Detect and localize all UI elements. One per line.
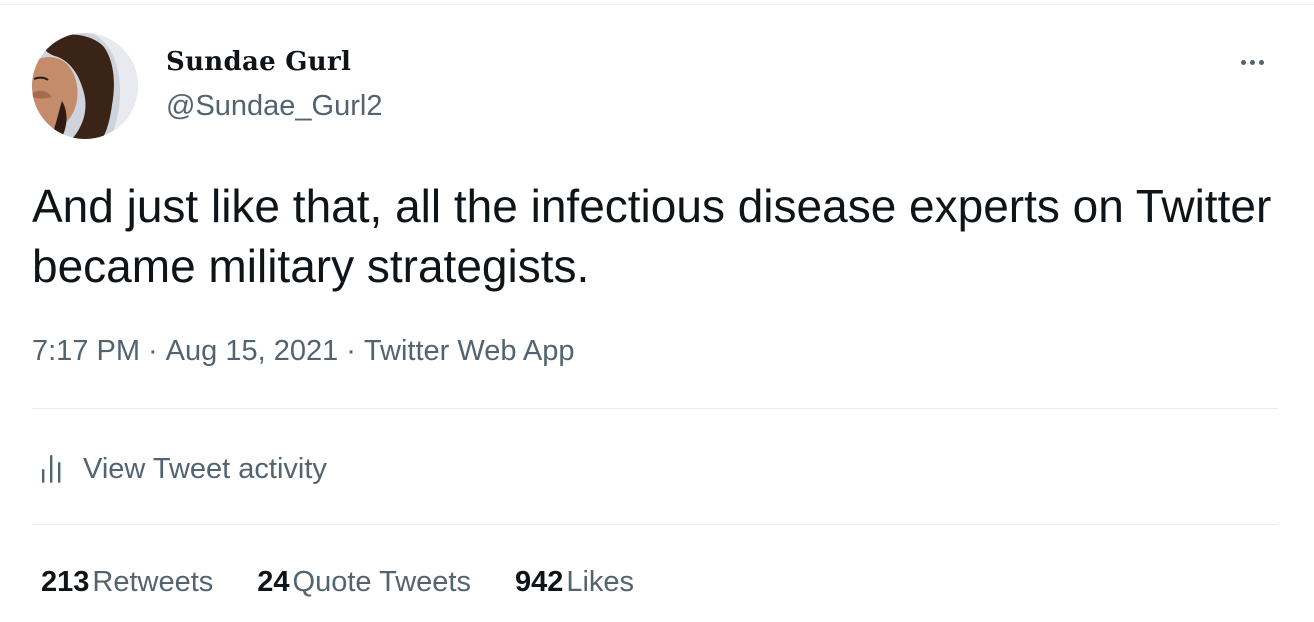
tweet-date[interactable]: Aug 15, 2021 — [166, 335, 339, 367]
quote-tweets-stat[interactable]: 24 Quote Tweets — [257, 566, 471, 599]
likes-label: Likes — [566, 566, 635, 598]
tweet-text: And just like that, all the infectious d… — [32, 180, 1272, 292]
divider — [32, 524, 1278, 525]
divider — [32, 408, 1278, 409]
user-handle[interactable]: @Sundae_Gurl2 — [166, 90, 382, 123]
tweet-card: Sundae Gurl @Sundae_Gurl2 And just like … — [32, 0, 1278, 622]
meta-separator: · — [148, 335, 158, 367]
view-tweet-activity-button[interactable]: View Tweet activity — [40, 450, 327, 488]
avatar[interactable] — [32, 33, 138, 139]
retweets-stat[interactable]: 213 Retweets — [41, 566, 213, 599]
meta-separator: · — [346, 335, 356, 367]
avatar-image — [32, 33, 138, 139]
quote-tweets-label: Quote Tweets — [292, 566, 471, 598]
more-options-dot — [1249, 59, 1255, 65]
more-options-dot — [1258, 59, 1264, 65]
tweet-source[interactable]: Twitter Web App — [364, 335, 575, 367]
more-options-icon[interactable] — [1228, 46, 1276, 78]
tweet-metadata: 7:17 PM · Aug 15, 2021 · Twitter Web App — [32, 335, 575, 368]
more-options-dot — [1240, 59, 1246, 65]
quote-tweets-count: 24 — [257, 566, 290, 598]
view-tweet-activity-label: View Tweet activity — [83, 452, 327, 485]
display-name[interactable]: Sundae Gurl — [166, 47, 351, 77]
bar-chart-icon — [42, 455, 61, 483]
likes-count: 942 — [514, 566, 564, 598]
retweets-label: Retweets — [92, 566, 214, 598]
likes-stat[interactable]: 942 Likes — [515, 566, 634, 599]
engagement-stats: 213 Retweets 24 Quote Tweets 942 Likes — [41, 566, 678, 599]
tweet-time[interactable]: 7:17 PM — [32, 335, 140, 367]
retweets-count: 213 — [41, 566, 90, 598]
